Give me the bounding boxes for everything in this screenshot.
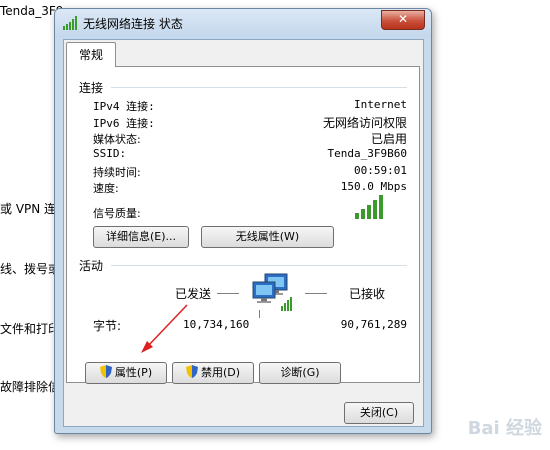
- ssid-value: Tenda_3F9B60: [327, 147, 407, 160]
- title-close-button[interactable]: ✕: [381, 10, 425, 30]
- received-label: 已接收: [349, 287, 386, 301]
- media-state-label: 媒体状态:: [93, 133, 141, 146]
- title-bar[interactable]: 无线网络连接 状态 ✕: [55, 9, 431, 37]
- red-pointer-arrow: [141, 304, 188, 353]
- sent-line: [217, 293, 239, 294]
- signal-strength-icon: [355, 195, 383, 219]
- signal-quality-label: 信号质量:: [93, 207, 141, 220]
- network-computers-icon: [252, 273, 292, 318]
- background-text-troubleshoot: 故障排除信: [0, 380, 61, 394]
- properties-button[interactable]: 属性(P): [85, 362, 167, 384]
- general-panel: 连接 IPv4 连接: Internet IPv6 连接: 无网络访问权限 媒体…: [66, 66, 420, 383]
- activity-separator: [111, 265, 407, 266]
- window-title: 无线网络连接 状态: [83, 17, 183, 31]
- wireless-properties-button[interactable]: 无线属性(W): [201, 226, 334, 248]
- details-button[interactable]: 详细信息(E)...: [93, 226, 189, 248]
- ipv4-value: Internet: [354, 98, 407, 111]
- duration-label: 持续时间:: [93, 166, 141, 179]
- diagnose-button[interactable]: 诊断(G): [259, 362, 341, 384]
- close-button[interactable]: 关闭(C): [344, 402, 414, 424]
- disable-label: 禁用(D): [200, 366, 241, 379]
- media-state-value: 已启用: [370, 132, 407, 146]
- ipv6-value: 无网络访问权限: [322, 116, 407, 130]
- dialog-client-area: 常规 连接 IPv4 连接: Internet IPv6 连接: 无网络访问权限…: [63, 39, 424, 427]
- bytes-received-value: 90,761,289: [340, 318, 407, 331]
- watermark: Bai 经验: [467, 418, 542, 439]
- ipv4-label: IPv4 连接:: [93, 100, 155, 113]
- tab-general[interactable]: 常规: [66, 42, 116, 67]
- wireless-signal-icon: [63, 16, 77, 30]
- status-dialog: 无线网络连接 状态 ✕ 常规 连接 IPv4 连接: Internet IPv6…: [54, 8, 432, 434]
- connection-separator: [111, 87, 407, 88]
- uac-shield-icon: [185, 365, 198, 378]
- duration-value: 00:59:01: [354, 164, 407, 177]
- uac-shield-icon: [99, 365, 112, 378]
- sent-label: 已发送: [175, 287, 212, 301]
- received-line: [305, 293, 327, 294]
- properties-label: 属性(P): [114, 366, 153, 379]
- speed-label: 速度:: [93, 182, 119, 195]
- background-text-dialup: 线、拨号或: [0, 262, 61, 276]
- speed-value: 150.0 Mbps: [340, 180, 407, 193]
- ssid-label: SSID:: [93, 147, 127, 160]
- activity-heading: 活动: [79, 259, 104, 273]
- disable-button[interactable]: 禁用(D): [172, 362, 254, 384]
- background-text-file-print: 文件和打印: [0, 322, 61, 336]
- bytes-label: 字节:: [93, 319, 122, 333]
- ipv6-label: IPv6 连接:: [93, 117, 155, 130]
- connection-heading: 连接: [79, 81, 104, 95]
